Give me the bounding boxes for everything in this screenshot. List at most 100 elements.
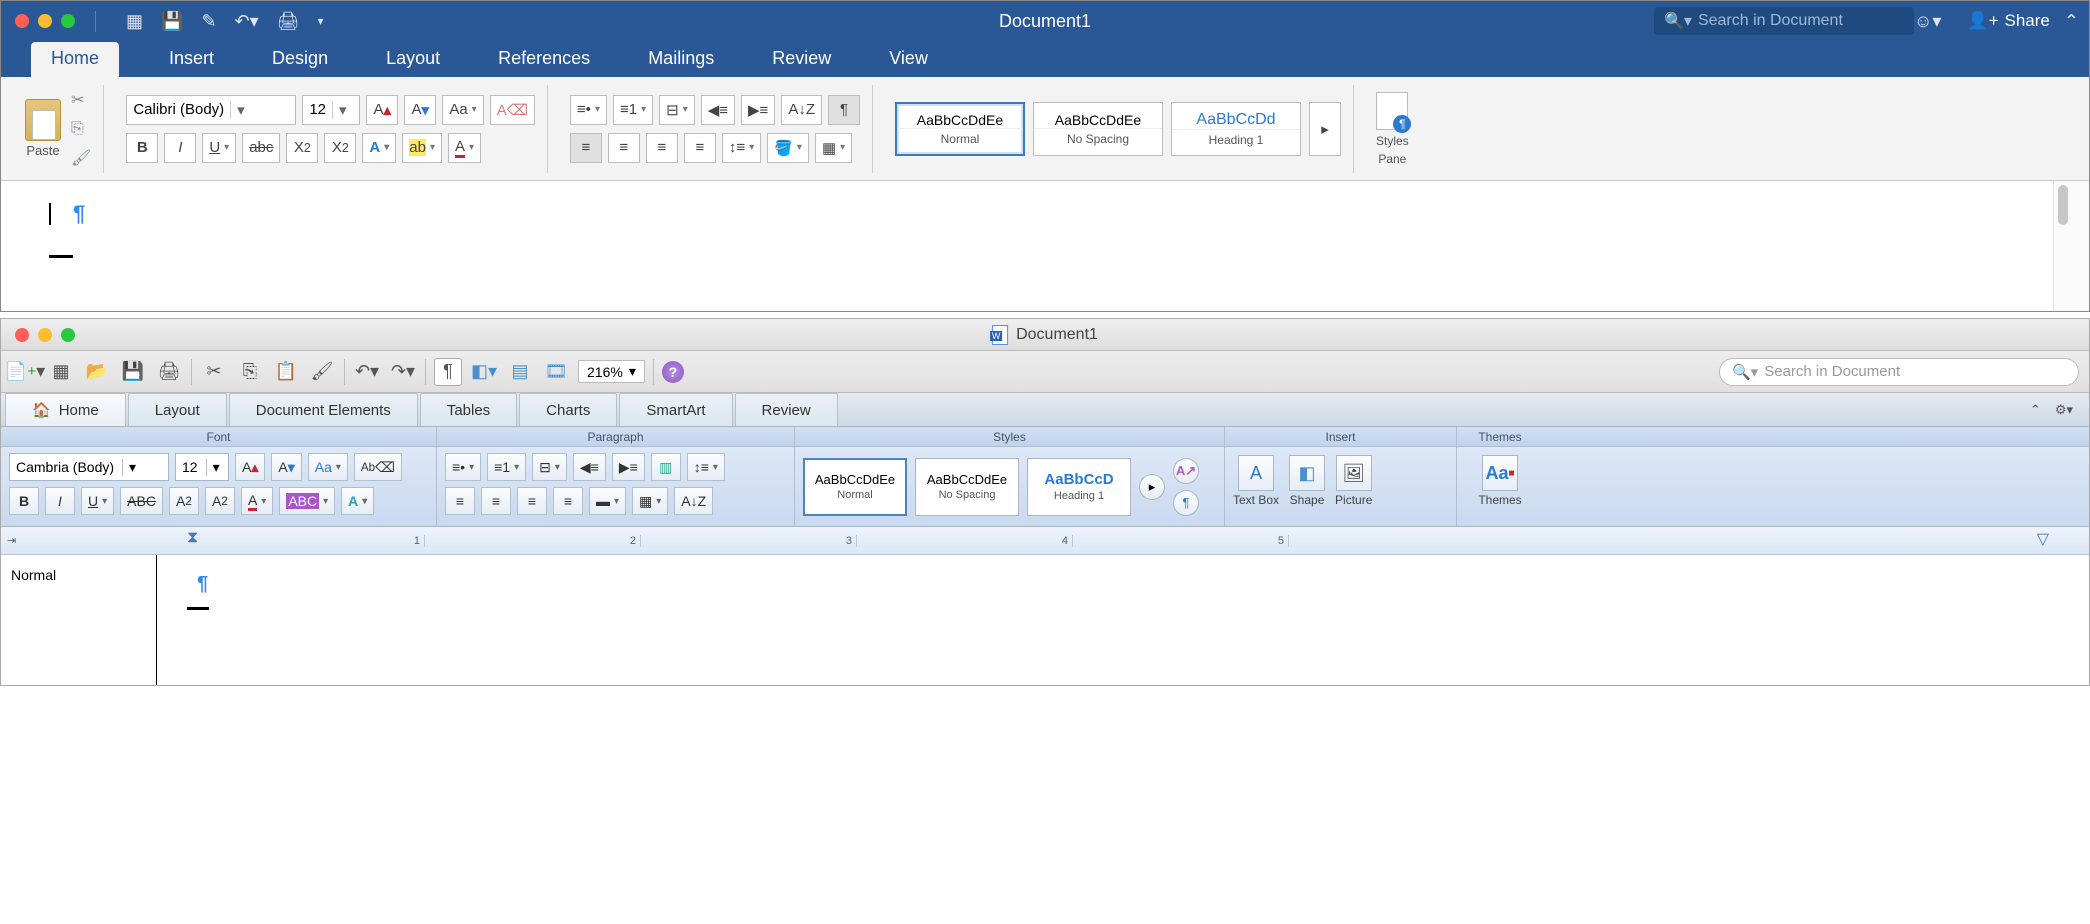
undo-icon[interactable]: ↶▾ — [235, 11, 259, 32]
cut-icon[interactable]: ✂ — [71, 90, 91, 110]
align-right-button[interactable]: ≡ — [517, 487, 547, 515]
shading-button[interactable]: ▬▾ — [589, 487, 626, 515]
strikethrough-button[interactable]: ABC — [120, 487, 163, 515]
feedback-icon[interactable]: ☺▾ — [1914, 11, 1941, 32]
highlight-button[interactable]: ab▾ — [402, 133, 442, 163]
shape-button[interactable]: ◧Shape — [1289, 455, 1325, 507]
share-button[interactable]: 👤+ Share — [1967, 11, 2049, 31]
minimize-icon[interactable] — [38, 328, 52, 342]
vertical-scrollbar[interactable] — [2053, 181, 2071, 311]
show-marks-icon[interactable]: ¶ — [434, 358, 462, 386]
tab-layout[interactable]: Layout — [128, 393, 227, 426]
align-center-button[interactable]: ≡ — [608, 133, 640, 163]
themes-button[interactable]: Aa■ Themes — [1478, 455, 1521, 507]
tab-insert[interactable]: Insert — [161, 42, 222, 77]
tab-document-elements[interactable]: Document Elements — [229, 393, 418, 426]
styles-more-button[interactable]: ▸ — [1309, 102, 1341, 156]
print-icon[interactable]: 🖨 — [277, 11, 300, 32]
scrollbar-thumb[interactable] — [2058, 185, 2068, 225]
styles-more-button[interactable]: ▸ — [1139, 474, 1165, 500]
font-size-combo[interactable]: 12▾ — [302, 95, 360, 125]
style-no-spacing[interactable]: AaBbCcDdEe No Spacing — [1033, 102, 1163, 156]
text-box-button[interactable]: AText Box — [1233, 455, 1279, 507]
paste-button[interactable]: Paste — [25, 99, 61, 158]
gear-icon[interactable]: ⚙▾ — [2055, 402, 2073, 418]
qat-customize-icon[interactable]: ▾ — [318, 14, 324, 28]
tab-review[interactable]: Review — [764, 42, 839, 77]
paste-icon[interactable]: 📋 — [272, 358, 300, 386]
highlight-button[interactable]: ABC▾ — [279, 487, 335, 515]
justify-button[interactable]: ≡ — [684, 133, 716, 163]
font-name-combo[interactable]: Calibri (Body)▾ — [126, 95, 296, 125]
change-case-button[interactable]: Aa▾ — [442, 95, 483, 125]
bold-button[interactable]: B — [126, 133, 158, 163]
sort-button[interactable]: A↓Z — [674, 487, 713, 515]
tab-design[interactable]: Design — [264, 42, 336, 77]
show-marks-button[interactable]: ¶ — [828, 95, 860, 125]
style-heading-1[interactable]: AaBbCcDd Heading 1 — [1171, 102, 1301, 156]
redo-icon[interactable]: ↷▾ — [389, 358, 417, 386]
borders-button[interactable]: ▦▾ — [815, 133, 852, 163]
font-color-button[interactable]: A▾ — [448, 133, 481, 163]
line-spacing-button[interactable]: ↕≡▾ — [687, 453, 725, 481]
style-normal[interactable]: AaBbCcDdEe Normal — [803, 458, 907, 516]
media-icon[interactable]: 🎞 — [542, 358, 570, 386]
styles-pane-button[interactable]: Styles Pane — [1376, 92, 1409, 166]
align-center-button[interactable]: ≡ — [481, 487, 511, 515]
grow-font-button[interactable]: A▴ — [366, 95, 398, 125]
bullets-button[interactable]: ≡•▾ — [445, 453, 481, 481]
grow-font-button[interactable]: A▴ — [235, 453, 265, 481]
increase-indent-button[interactable]: ▶≡ — [741, 95, 775, 125]
close-icon[interactable] — [15, 328, 29, 342]
align-left-button[interactable]: ≡ — [570, 133, 602, 163]
document-area[interactable]: ¶ — [1, 181, 2089, 311]
minimize-icon[interactable] — [38, 14, 52, 28]
line-spacing-button[interactable]: ↕≡▾ — [722, 133, 761, 163]
copy-icon[interactable]: ⎘ — [71, 120, 91, 138]
page-content[interactable]: ¶ — [157, 555, 2089, 685]
tab-tables[interactable]: Tables — [420, 393, 517, 426]
close-icon[interactable] — [15, 14, 29, 28]
right-indent-marker-icon[interactable]: ▽ — [2037, 529, 2049, 549]
styles-pane-button[interactable]: ¶ — [1173, 490, 1199, 516]
font-name-combo-2[interactable]: Cambria (Body)▾ — [9, 453, 169, 481]
bullets-button[interactable]: ≡•▾ — [570, 95, 607, 125]
increase-indent-button[interactable]: ▶≡ — [612, 453, 645, 481]
quick-styles-button[interactable]: A↗ — [1173, 458, 1199, 484]
format-painter-icon[interactable]: 🖌 — [71, 148, 91, 168]
help-icon[interactable]: ? — [662, 361, 684, 383]
change-case-button[interactable]: Aa▾ — [308, 453, 348, 481]
collapse-ribbon-icon[interactable]: ⌃ — [2030, 402, 2041, 418]
collapse-ribbon-icon[interactable]: ⌃ — [2064, 11, 2079, 32]
zoom-combo[interactable]: 216%▾ — [578, 360, 645, 383]
picture-button[interactable]: 🖼Picture — [1335, 455, 1372, 507]
style-no-spacing[interactable]: AaBbCcDdEe No Spacing — [915, 458, 1019, 516]
italic-button[interactable]: I — [164, 133, 196, 163]
subscript-button[interactable]: X2 — [286, 133, 318, 163]
clear-formatting-button[interactable]: Ab⌫ — [354, 453, 402, 481]
new-doc-icon[interactable]: 📄+▾ — [11, 358, 39, 386]
text-effects-button[interactable]: A▾ — [362, 133, 396, 163]
tab-charts[interactable]: Charts — [519, 393, 617, 426]
font-color-button[interactable]: A▾ — [241, 487, 273, 515]
multilevel-button[interactable]: ⊟▾ — [532, 453, 567, 481]
print-icon[interactable]: 🖨 — [155, 358, 183, 386]
sort-button[interactable]: A↓Z — [781, 95, 822, 125]
save-edit-icon[interactable]: ✎ — [201, 11, 216, 32]
style-normal[interactable]: AaBbCcDdEe Normal — [895, 102, 1025, 156]
font-size-combo-2[interactable]: 12▾ — [175, 453, 229, 481]
template-icon[interactable]: ▦ — [126, 11, 143, 32]
search-input[interactable]: 🔍▾ Search in Document — [1654, 7, 1914, 35]
tab-home[interactable]: 🏠Home — [5, 393, 126, 426]
shading-button[interactable]: 🪣▾ — [767, 133, 809, 163]
save-icon[interactable]: 💾 — [119, 358, 147, 386]
style-heading-1[interactable]: AaBbCcD Heading 1 — [1027, 458, 1131, 516]
underline-button[interactable]: U▾ — [81, 487, 114, 515]
superscript-button[interactable]: A2 — [169, 487, 199, 515]
underline-button[interactable]: U▾ — [202, 133, 236, 163]
decrease-indent-button[interactable]: ◀≡ — [573, 453, 606, 481]
strikethrough-button[interactable]: abc — [242, 133, 280, 163]
columns-button[interactable]: ▥ — [651, 453, 681, 481]
copy-icon[interactable]: ⎘ — [236, 358, 264, 386]
tab-mailings[interactable]: Mailings — [640, 42, 722, 77]
